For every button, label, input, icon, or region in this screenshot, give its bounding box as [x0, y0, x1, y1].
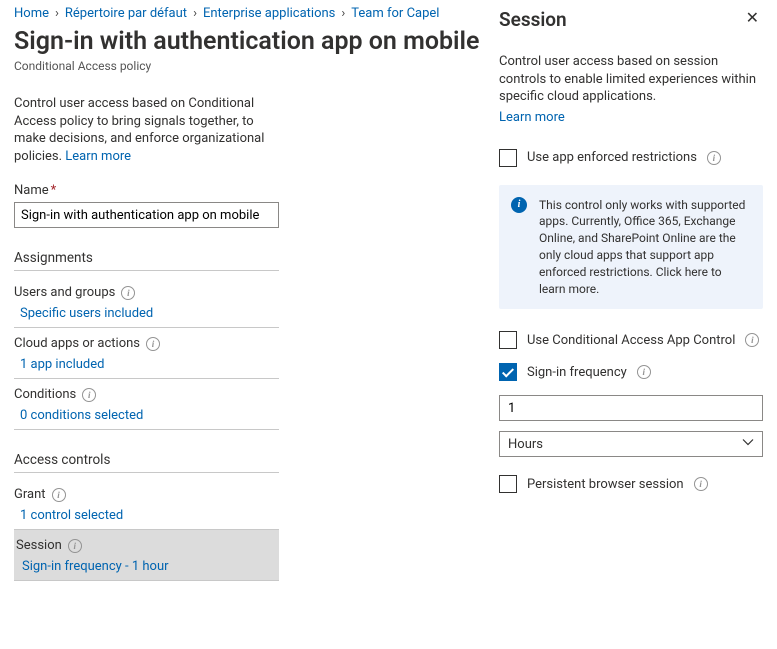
checkbox-label: Persistent browser session	[527, 477, 684, 492]
grant-value[interactable]: 1 control selected	[14, 508, 279, 523]
checkbox-label: Use Conditional Access App Control	[527, 333, 735, 348]
breadcrumb-item[interactable]: Home	[14, 6, 49, 21]
chevron-right-icon: ›	[193, 6, 197, 21]
cloud-apps-value[interactable]: 1 app included	[14, 357, 279, 372]
info-icon[interactable]: i	[146, 337, 160, 351]
breadcrumb: Home › Répertoire par défaut › Enterpris…	[14, 6, 483, 21]
conditions-value[interactable]: 0 conditions selected	[14, 408, 279, 423]
name-label-text: Name	[14, 183, 49, 198]
info-icon[interactable]: i	[694, 477, 708, 491]
required-asterisk: *	[51, 183, 57, 198]
info-icon[interactable]: i	[68, 539, 82, 553]
conditional-access-app-control-check[interactable]: Use Conditional Access App Control i	[499, 331, 763, 349]
breadcrumb-item[interactable]: Enterprise applications	[203, 6, 335, 21]
learn-more-link[interactable]: Learn more	[65, 149, 131, 164]
breadcrumb-item[interactable]: Team for Capel	[351, 6, 439, 21]
cloud-apps-label: Cloud apps or actions	[14, 336, 140, 351]
conditions-label: Conditions	[14, 387, 76, 402]
session-value[interactable]: Sign-in frequency - 1 hour	[16, 559, 279, 574]
users-and-groups-row[interactable]: Users and groups i Specific users includ…	[14, 277, 279, 328]
info-icon: i	[511, 197, 527, 213]
info-icon[interactable]: i	[52, 488, 66, 502]
info-callout-text: This control only works with supported a…	[539, 198, 745, 296]
signin-frequency-check[interactable]: Sign-in frequency i	[499, 363, 763, 381]
close-icon[interactable]: ✕	[742, 8, 763, 28]
panel-title: Session	[499, 8, 567, 31]
persistent-browser-session-check[interactable]: Persistent browser session i	[499, 475, 763, 493]
cloud-apps-row[interactable]: Cloud apps or actions i 1 app included	[14, 328, 279, 379]
signin-frequency-unit-select[interactable]: Hours	[499, 431, 763, 457]
learn-more-link[interactable]: Learn more	[499, 110, 565, 125]
info-icon[interactable]: i	[121, 286, 135, 300]
checkbox[interactable]	[499, 475, 517, 493]
grant-label: Grant	[14, 487, 46, 502]
users-and-groups-label: Users and groups	[14, 285, 115, 300]
info-callout[interactable]: i This control only works with supported…	[499, 185, 763, 310]
page-title: Sign-in with authentication app on mobil…	[14, 27, 483, 57]
signin-frequency-value-input[interactable]	[499, 395, 763, 421]
select-value: Hours	[508, 437, 543, 452]
intro-text-body: Control user access based on Conditional…	[14, 96, 264, 164]
access-controls-heading: Access controls	[14, 452, 279, 473]
page-subtitle: Conditional Access policy	[14, 59, 483, 73]
name-label: Name*	[14, 183, 279, 198]
panel-description: Control user access based on session con…	[499, 53, 763, 106]
users-and-groups-value[interactable]: Specific users included	[14, 306, 279, 321]
checkbox[interactable]	[499, 149, 517, 167]
session-label: Session	[16, 538, 62, 553]
conditions-row[interactable]: Conditions i 0 conditions selected	[14, 379, 279, 430]
chevron-down-icon	[742, 436, 754, 452]
checkbox-label: Sign-in frequency	[527, 365, 627, 380]
assignments-heading: Assignments	[14, 250, 279, 271]
session-row[interactable]: Session i Sign-in frequency - 1 hour	[14, 530, 279, 581]
info-icon[interactable]: i	[82, 388, 96, 402]
grant-row[interactable]: Grant i 1 control selected	[14, 479, 279, 530]
name-input[interactable]	[14, 202, 279, 228]
intro-text: Control user access based on Conditional…	[14, 95, 274, 165]
app-enforced-restrictions-check[interactable]: Use app enforced restrictions i	[499, 149, 763, 167]
info-icon[interactable]: i	[707, 151, 721, 165]
chevron-right-icon: ›	[55, 6, 59, 21]
checkbox[interactable]	[499, 363, 517, 381]
chevron-right-icon: ›	[341, 6, 345, 21]
checkbox-label: Use app enforced restrictions	[527, 150, 697, 165]
info-icon[interactable]: i	[745, 333, 759, 347]
checkbox[interactable]	[499, 331, 517, 349]
info-icon[interactable]: i	[637, 365, 651, 379]
breadcrumb-item[interactable]: Répertoire par défaut	[65, 6, 187, 21]
